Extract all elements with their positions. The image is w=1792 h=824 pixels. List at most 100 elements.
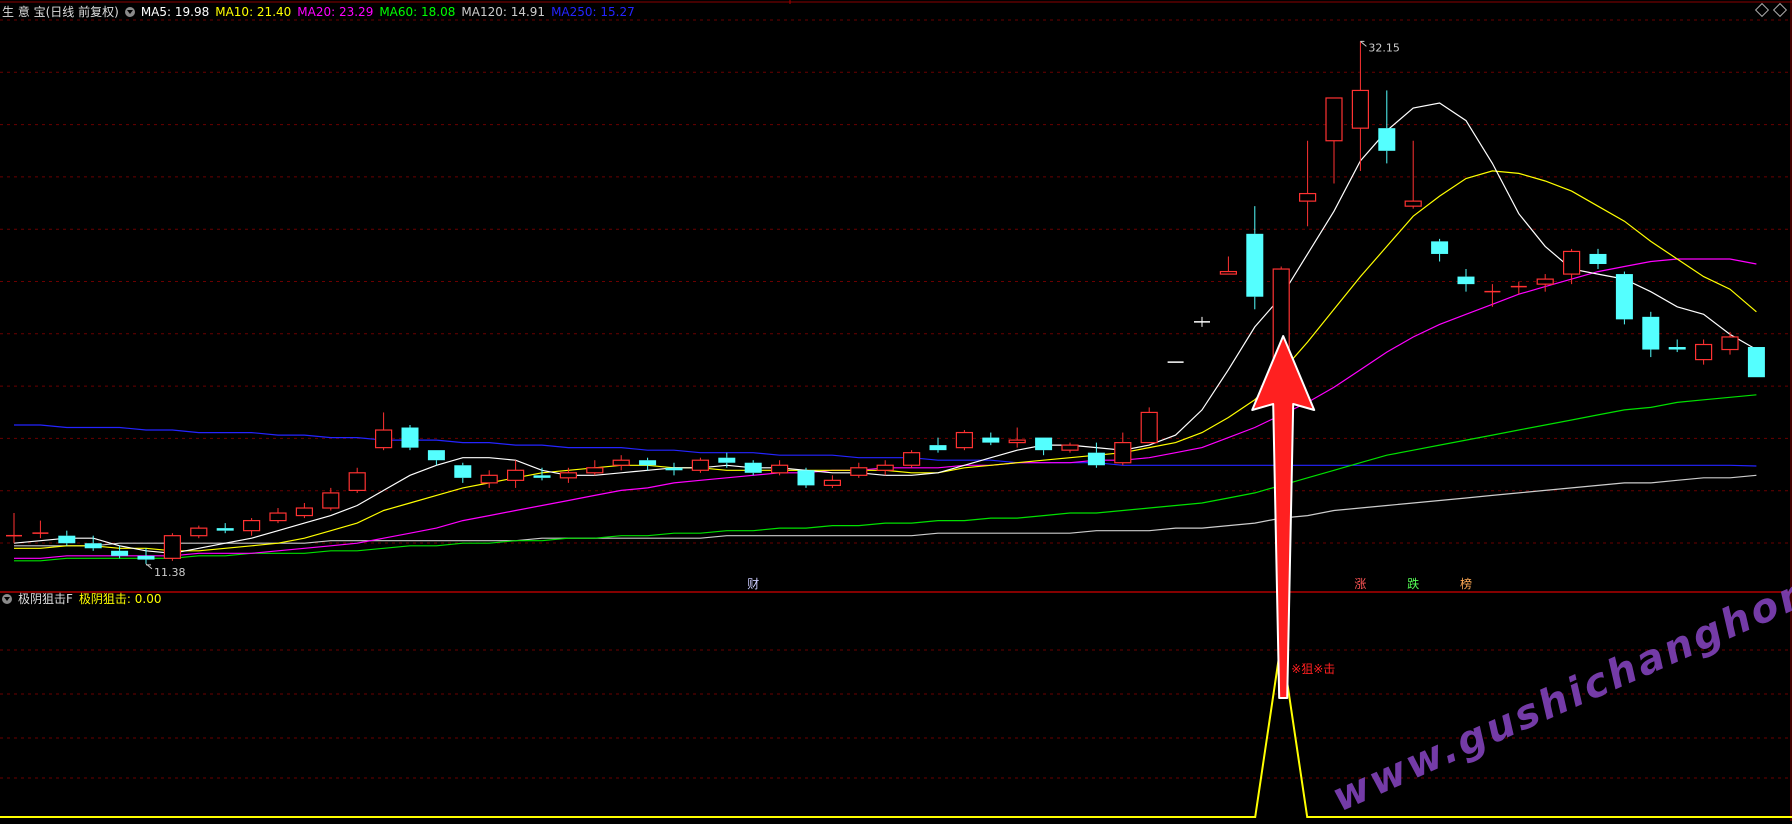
ma250-line bbox=[14, 424, 1757, 467]
candle bbox=[1562, 248, 1581, 285]
candle-body bbox=[1668, 347, 1686, 350]
candle-body bbox=[1694, 343, 1713, 361]
candle-body bbox=[1431, 241, 1449, 254]
candle bbox=[1325, 97, 1343, 184]
ma5-line bbox=[13, 102, 1757, 554]
candle-body bbox=[1298, 192, 1317, 202]
candle bbox=[1457, 269, 1475, 292]
candle bbox=[744, 460, 762, 476]
candle-body bbox=[375, 429, 393, 449]
candle bbox=[322, 487, 340, 511]
candle-body bbox=[744, 462, 762, 473]
candle bbox=[295, 502, 313, 519]
candle bbox=[480, 470, 498, 488]
candle bbox=[1721, 331, 1739, 355]
high-pointer bbox=[1360, 40, 1367, 47]
candle-body bbox=[639, 460, 657, 466]
candle-body bbox=[269, 512, 287, 522]
candle bbox=[1589, 248, 1607, 270]
candle-body bbox=[216, 528, 234, 531]
candle bbox=[243, 518, 261, 536]
low-label: 11.38 bbox=[154, 566, 186, 579]
candle-body bbox=[1721, 336, 1739, 351]
candle-body bbox=[507, 469, 525, 481]
candle bbox=[1061, 442, 1079, 453]
candle-body bbox=[1246, 233, 1264, 297]
candle-body bbox=[902, 452, 921, 466]
candle bbox=[507, 460, 525, 488]
candle-body bbox=[111, 550, 129, 556]
candles bbox=[6, 41, 1765, 564]
event-marker: 财 bbox=[747, 577, 759, 591]
stock-chart[interactable]: 32.15 11.38 财 涨 跌 榜 ※狙※击 www.gushichanghong.com… bbox=[0, 0, 1792, 821]
candle-body bbox=[1035, 437, 1053, 451]
event-marker: 跌 bbox=[1407, 576, 1419, 591]
candle bbox=[1246, 206, 1264, 310]
candle-body bbox=[718, 457, 736, 463]
candle-body bbox=[770, 464, 789, 474]
candle-body bbox=[1219, 270, 1238, 275]
chevron-down-icon[interactable] bbox=[124, 7, 135, 17]
red-arrow bbox=[1251, 335, 1316, 699]
candle bbox=[401, 425, 419, 451]
candle bbox=[1615, 271, 1633, 325]
ma120-label: MA120: 14.91 bbox=[461, 5, 546, 19]
candle-body bbox=[929, 445, 947, 451]
candle-body bbox=[850, 467, 868, 476]
indicator-name: 极阴狙击F bbox=[18, 592, 73, 606]
candle-body bbox=[1378, 128, 1396, 151]
candle bbox=[1140, 407, 1158, 444]
candle bbox=[1351, 41, 1370, 171]
candle-body bbox=[163, 535, 181, 559]
high-label: 32.15 bbox=[1368, 41, 1400, 54]
candle-body bbox=[454, 465, 472, 478]
candle bbox=[1194, 316, 1210, 327]
candle bbox=[612, 455, 630, 471]
candle bbox=[1298, 140, 1317, 227]
candle-body bbox=[1114, 442, 1132, 464]
candle-body bbox=[665, 467, 683, 471]
candle-body bbox=[190, 527, 208, 537]
candle bbox=[586, 460, 604, 476]
ma20-label: MA20: 23.29 bbox=[297, 5, 374, 19]
candle-body bbox=[295, 507, 313, 517]
candle bbox=[216, 523, 234, 534]
candle bbox=[1668, 339, 1686, 353]
candle-body bbox=[84, 543, 102, 549]
candle-body bbox=[322, 492, 340, 509]
ma120-line bbox=[14, 474, 1757, 547]
candle-body bbox=[480, 474, 498, 484]
chart-svg[interactable]: 32.15 11.38 财 涨 跌 榜 ※狙※击www.gushichanghong.com bbox=[0, 0, 1792, 821]
candle bbox=[163, 533, 181, 561]
candle bbox=[6, 513, 22, 544]
candle bbox=[1035, 437, 1053, 456]
candle bbox=[1114, 432, 1132, 466]
candle-body bbox=[691, 459, 710, 471]
low-pointer bbox=[145, 563, 153, 570]
ma10-line bbox=[14, 170, 1757, 552]
candle-body bbox=[1562, 250, 1581, 275]
candle bbox=[1378, 90, 1396, 164]
candle-body bbox=[1061, 444, 1079, 451]
candle-body bbox=[427, 450, 445, 461]
candle bbox=[190, 525, 208, 539]
candle bbox=[32, 520, 49, 539]
candle bbox=[797, 467, 815, 488]
ma10-label: MA10: 21.40 bbox=[215, 5, 292, 19]
chevron-down-icon[interactable] bbox=[2, 594, 12, 604]
candle bbox=[375, 412, 393, 451]
candle bbox=[1219, 256, 1238, 275]
candle-body bbox=[1351, 89, 1370, 129]
candle-body bbox=[1747, 347, 1765, 378]
candle bbox=[1404, 140, 1422, 209]
candle-body bbox=[1087, 452, 1105, 466]
event-marker: 榜 bbox=[1460, 576, 1472, 591]
candle bbox=[691, 457, 710, 473]
candle bbox=[850, 462, 868, 478]
main-legend: 生 意 宝(日线 前复权) MA5: 19.98 MA10: 21.40 MA20: … bbox=[2, 4, 641, 20]
candle bbox=[454, 462, 472, 483]
candle bbox=[1087, 442, 1105, 468]
candle-body bbox=[586, 467, 604, 474]
candle bbox=[1484, 284, 1501, 307]
candle-body bbox=[533, 475, 551, 478]
